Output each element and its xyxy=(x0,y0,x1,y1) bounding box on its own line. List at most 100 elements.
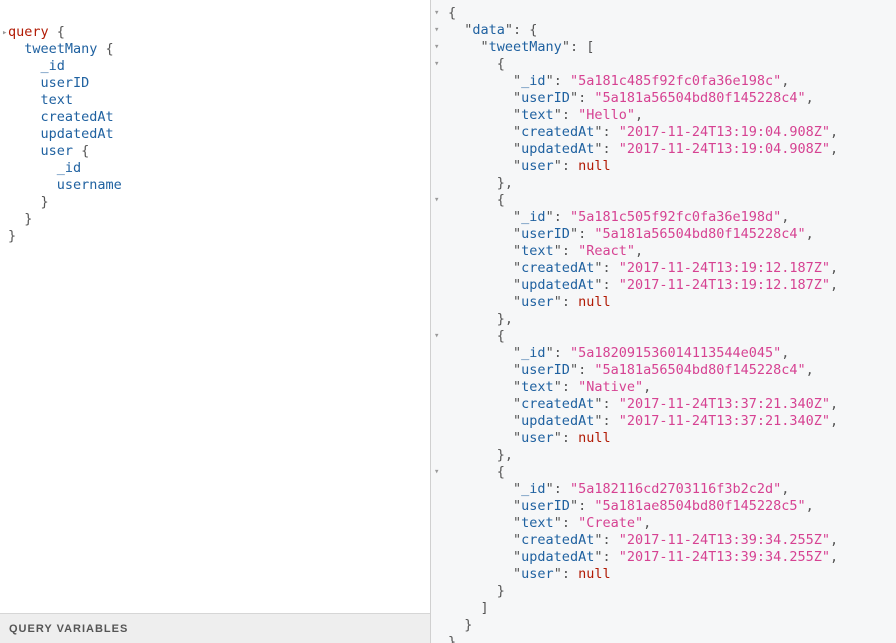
json-punctuation: ": xyxy=(594,124,619,140)
query-line: _id xyxy=(8,58,122,75)
json-punctuation: ": xyxy=(553,294,579,310)
json-punctuation: , xyxy=(830,124,839,140)
fold-arrow-icon[interactable]: ▾ xyxy=(434,8,439,18)
json-punctuation: ": xyxy=(553,158,579,174)
json-key: createdAt xyxy=(521,124,595,140)
json-punctuation: " xyxy=(513,90,522,106)
query-line: _id xyxy=(8,160,122,177)
result-line: }, xyxy=(448,447,838,464)
json-string: "2017-11-24T13:19:12.187Z" xyxy=(618,260,831,276)
fold-arrow-icon[interactable]: ▾ xyxy=(434,42,439,52)
json-punctuation: , xyxy=(830,141,839,157)
json-punctuation: , xyxy=(830,396,839,412)
result-line: "user": null xyxy=(448,430,838,447)
query-field: userID xyxy=(40,75,90,91)
json-punctuation: , xyxy=(805,226,814,242)
json-null: null xyxy=(578,430,611,446)
json-punctuation: }, xyxy=(496,311,514,327)
json-punctuation: " xyxy=(513,294,522,310)
json-null: null xyxy=(578,294,611,310)
json-punctuation: " xyxy=(513,345,522,361)
json-punctuation: , xyxy=(830,532,839,548)
json-key: text xyxy=(521,515,554,531)
query-punctuation: { xyxy=(48,24,65,40)
json-punctuation: " xyxy=(513,396,522,412)
query-line: } xyxy=(8,228,122,245)
json-punctuation: , xyxy=(805,90,814,106)
json-punctuation: " xyxy=(513,362,522,378)
result-line: "userID": "5a181ae8504bd80f145228c5", xyxy=(448,498,838,515)
query-field: tweetMany xyxy=(24,41,98,57)
result-line: "updatedAt": "2017-11-24T13:37:21.340Z", xyxy=(448,413,838,430)
query-line: userID xyxy=(8,75,122,92)
fold-arrow-icon[interactable]: ▾ xyxy=(434,331,439,341)
json-punctuation: ": xyxy=(594,413,619,429)
query-line: createdAt xyxy=(8,109,122,126)
query-code[interactable]: query { tweetMany { _id userID text crea… xyxy=(8,24,122,245)
result-line: "createdAt": "2017-11-24T13:39:34.255Z", xyxy=(448,532,838,549)
json-key: text xyxy=(521,107,554,123)
json-punctuation: ": xyxy=(545,345,570,361)
json-string: "5a181c485f92fc0fa36e198c" xyxy=(569,73,782,89)
json-string: "2017-11-24T13:37:21.340Z" xyxy=(618,396,831,412)
json-key: userID xyxy=(521,90,570,106)
json-punctuation: " xyxy=(513,549,522,565)
json-key: _id xyxy=(521,481,546,497)
json-punctuation: " xyxy=(513,209,522,225)
query-line: } xyxy=(8,194,122,211)
json-punctuation: ": xyxy=(594,532,619,548)
result-line: "text": "React", xyxy=(448,243,838,260)
json-key: tweetMany xyxy=(488,39,562,55)
json-punctuation: { xyxy=(448,5,457,21)
json-punctuation: { xyxy=(496,56,505,72)
json-punctuation: ": xyxy=(545,481,570,497)
result-json: { "data": { "tweetMany": [ { "_id": "5a1… xyxy=(448,5,838,643)
json-punctuation: , xyxy=(634,243,644,259)
result-line: { xyxy=(448,5,838,22)
json-punctuation: ": xyxy=(545,209,570,225)
json-punctuation: " xyxy=(513,515,522,531)
json-punctuation: ": xyxy=(569,226,595,242)
result-line: { xyxy=(448,328,838,345)
json-key: createdAt xyxy=(521,396,595,412)
query-line: user { xyxy=(8,143,122,160)
json-punctuation: " xyxy=(513,260,522,276)
result-line: "tweetMany": [ xyxy=(448,39,838,56)
query-editor[interactable]: ▸ query { tweetMany { _id userID text cr… xyxy=(0,0,430,643)
json-punctuation: " xyxy=(513,379,522,395)
json-punctuation: " xyxy=(480,39,489,55)
result-line: "text": "Hello", xyxy=(448,107,838,124)
json-punctuation: { xyxy=(496,464,505,480)
query-punctuation: { xyxy=(73,143,90,159)
json-punctuation: , xyxy=(805,362,814,378)
fold-arrow-icon[interactable]: ▸ xyxy=(2,28,7,38)
json-punctuation: ": xyxy=(569,90,595,106)
query-variables-bar[interactable]: QUERY VARIABLES xyxy=(0,613,430,643)
result-line: }, xyxy=(448,175,838,192)
json-punctuation: }, xyxy=(496,447,514,463)
fold-arrow-icon[interactable]: ▾ xyxy=(434,467,439,477)
query-punctuation: } xyxy=(8,228,17,244)
result-line: "user": null xyxy=(448,566,838,583)
fold-arrow-icon[interactable]: ▾ xyxy=(434,59,439,69)
fold-arrow-icon[interactable]: ▾ xyxy=(434,25,439,35)
json-string: "5a182116cd2703116f3b2c2d" xyxy=(569,481,782,497)
query-field: user xyxy=(40,143,74,159)
query-line: query { xyxy=(8,24,122,41)
json-punctuation: " xyxy=(513,107,522,123)
json-key: updatedAt xyxy=(521,413,595,429)
json-string: "5a182091536014113544e045" xyxy=(569,345,782,361)
json-punctuation: " xyxy=(513,141,522,157)
query-line: updatedAt xyxy=(8,126,122,143)
result-line: "_id": "5a182091536014113544e045", xyxy=(448,345,838,362)
json-punctuation: ": xyxy=(569,498,595,514)
result-viewer: ▾ ▾ ▾ ▾ ▾ ▾ ▾ { "data": { "tweetMany": [ { "_i… xyxy=(431,0,896,643)
query-field: text xyxy=(40,92,74,108)
json-string: "2017-11-24T13:19:04.908Z" xyxy=(618,141,831,157)
json-string: "5a181a56504bd80f145228c4" xyxy=(594,90,806,106)
query-line: tweetMany { xyxy=(8,41,122,58)
fold-arrow-icon[interactable]: ▾ xyxy=(434,195,439,205)
json-punctuation: " xyxy=(513,73,522,89)
json-punctuation: ": xyxy=(553,243,579,259)
json-punctuation: ": xyxy=(594,277,619,293)
